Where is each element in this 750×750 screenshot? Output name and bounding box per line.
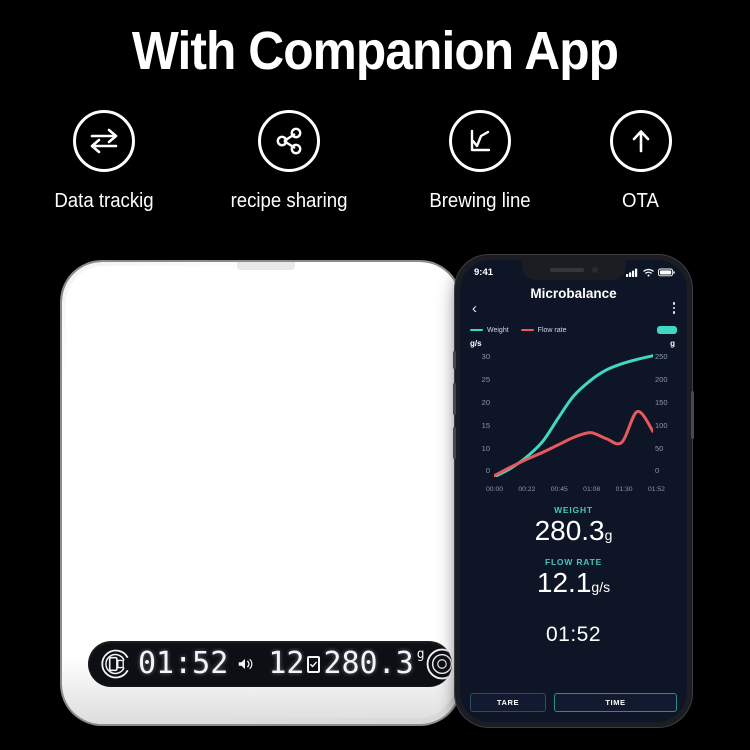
led-weight: 280.3 <box>323 646 414 681</box>
feature-label: Data trackig <box>54 190 154 212</box>
feature-label: Brewing line <box>429 190 531 212</box>
y-tick: 0 <box>655 466 660 476</box>
readout-panel: WEIGHT 280.3g FLOW RATE 12.1g/s 01:52 <box>460 505 687 647</box>
phone-notch <box>521 260 626 280</box>
phone-volume-up-button[interactable] <box>453 383 456 415</box>
feature-label: recipe sharing <box>230 190 348 212</box>
y-tick: 200 <box>655 374 668 384</box>
series-line-flow-rate <box>494 411 653 476</box>
chart-yaxis-right-ticks: 0 50 100 150 200 250 <box>655 353 681 475</box>
scale-top-notch <box>237 262 295 270</box>
phone-volume-down-button[interactable] <box>453 427 456 459</box>
legend-item-flow-rate[interactable]: Flow rate <box>520 326 567 334</box>
weight-label: WEIGHT <box>554 505 593 515</box>
y-tick: 20 <box>481 397 490 407</box>
x-tick: 00:22 <box>518 486 536 493</box>
scale-led-display: 01:52 12 280.3 g <box>88 641 452 687</box>
companion-app-phone: 9:41 Microbalance ‹ Weight Flow rate g/s… <box>453 255 694 727</box>
chart-legend: Weight Flow rate <box>460 323 687 337</box>
x-tick: 01:30 <box>615 486 633 493</box>
weight-unit: g <box>604 527 613 543</box>
y-tick: 50 <box>655 443 664 453</box>
wifi-icon <box>643 268 654 277</box>
flow-rate-label: FLOW RATE <box>544 556 603 567</box>
chart-yaxis-left-ticks: 0 10 15 20 25 30 <box>464 353 490 475</box>
y-tick: 150 <box>655 397 668 407</box>
share-nodes-icon <box>258 110 320 172</box>
app-navigation-bar: ‹ <box>460 297 687 319</box>
feature-label: OTA <box>622 190 659 212</box>
y-tick: 0 <box>485 466 490 476</box>
action-button-row: TARE TIME <box>470 693 677 712</box>
chart-yaxis-left-unit: g/s <box>470 339 482 348</box>
y-tick: 25 <box>481 374 490 384</box>
speaker-icon <box>239 658 253 670</box>
chart-plot-area <box>494 349 653 477</box>
circle-badge-logo <box>426 648 452 680</box>
feature-recipe-sharing[interactable]: recipe sharing <box>209 110 369 213</box>
data-sync-icon <box>73 110 135 172</box>
legend-swatch <box>470 328 483 332</box>
x-tick: 00:45 <box>550 486 568 493</box>
feature-row: Data trackig recipe sharing Brewing line… <box>0 110 750 250</box>
phone-power-button[interactable] <box>691 391 694 439</box>
y-tick: 100 <box>655 420 668 430</box>
front-camera-icon <box>591 267 598 273</box>
feature-ota[interactable]: OTA <box>563 110 718 213</box>
weight-value-row: 280.3g <box>460 515 687 547</box>
page-title: With Companion App <box>131 21 619 81</box>
promo-graphic: With Companion App Data trackig recipe s… <box>0 0 750 750</box>
flow-rate-value-row: 12.1g/s <box>460 566 687 599</box>
y-tick: 10 <box>481 443 490 453</box>
chart-xaxis-ticks: 00:00 00:22 00:45 01:08 01:30 01:52 <box>486 486 665 493</box>
kebab-menu-icon[interactable] <box>672 302 675 314</box>
line-chart-icon <box>449 110 511 172</box>
upload-arrow-icon <box>609 110 672 172</box>
flow-rate-unit: g/s <box>591 578 611 595</box>
earpiece-speaker <box>549 268 584 272</box>
chart-yaxis-right-unit: g <box>670 339 675 348</box>
y-tick: 250 <box>655 352 668 361</box>
brew-timer: 01:52 <box>545 622 602 646</box>
led-weight-unit: g <box>416 647 425 662</box>
x-tick: 00:00 <box>486 486 504 493</box>
y-tick: 15 <box>481 420 490 430</box>
flow-rate-value: 12.1 <box>536 566 592 598</box>
cellular-signal-icon <box>626 268 638 277</box>
status-bar-indicators <box>626 268 675 277</box>
tare-button[interactable]: TARE <box>470 693 546 712</box>
recording-indicator <box>657 326 677 334</box>
x-tick: 01:08 <box>583 486 601 493</box>
x-tick: 01:52 <box>647 486 665 493</box>
weight-value: 280.3 <box>534 515 605 546</box>
feature-brewing-line[interactable]: Brewing line <box>400 110 560 213</box>
status-bar-time: 9:41 <box>474 266 494 278</box>
legend-item-weight[interactable]: Weight <box>470 327 509 334</box>
legend-swatch <box>520 328 534 332</box>
phone-screen: 9:41 Microbalance ‹ Weight Flow rate g/s… <box>460 260 687 722</box>
time-button[interactable]: TIME <box>554 693 677 712</box>
y-tick: 30 <box>481 352 490 361</box>
cd-brand-logo <box>101 649 129 679</box>
legend-label: Weight <box>487 326 509 334</box>
series-line-weight <box>494 356 653 477</box>
checkbox-dot-icon <box>307 655 321 673</box>
battery-icon <box>658 268 675 276</box>
led-timer: 01:52 <box>138 646 229 681</box>
phone-silent-switch[interactable] <box>453 351 456 369</box>
led-flow-rate: 12 <box>268 646 305 681</box>
feature-data-tracking[interactable]: Data trackig <box>24 110 184 213</box>
legend-label: Flow rate <box>537 326 567 334</box>
brewing-chart: g/s g 0 10 15 20 25 30 0 50 100 150 200 … <box>460 339 687 493</box>
back-chevron-icon[interactable]: ‹ <box>472 301 477 316</box>
